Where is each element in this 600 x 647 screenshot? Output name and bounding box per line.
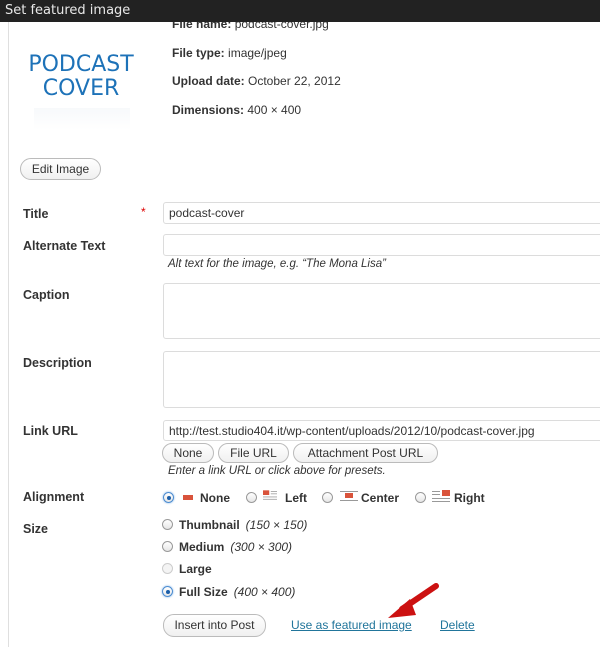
insert-into-post-button[interactable]: Insert into Post: [163, 614, 266, 637]
thumbnail-fade: [34, 108, 130, 130]
align-left-label: Left: [285, 491, 307, 505]
link-url-help: Enter a link URL or click above for pres…: [168, 465, 386, 477]
description-label: Description: [23, 356, 92, 370]
upload-date-row: Upload date: October 22, 2012: [172, 74, 341, 88]
red-arrow-icon: [388, 583, 439, 618]
title-input[interactable]: podcast-cover: [163, 202, 600, 224]
description-textarea[interactable]: [163, 351, 600, 408]
size-full-option: Full Size (400 × 400): [179, 585, 295, 599]
align-right-label: Right: [454, 491, 485, 505]
thumbnail-text-line2: COVER: [42, 76, 120, 101]
align-none-icon: [183, 495, 193, 500]
size-thumbnail-label: Thumbnail: [179, 518, 240, 532]
size-full-radio[interactable]: [162, 586, 173, 597]
link-url-label: Link URL: [23, 424, 78, 438]
align-left-radio[interactable]: [246, 492, 257, 503]
align-left-icon: [263, 490, 277, 500]
file-type-value: image/jpeg: [228, 46, 287, 60]
title-label: Title: [23, 207, 49, 221]
size-medium-option: Medium (300 × 300): [179, 540, 292, 554]
caption-label: Caption: [23, 288, 70, 302]
dimensions-label: Dimensions:: [172, 103, 245, 117]
size-medium-label: Medium: [179, 540, 225, 554]
alt-text-help: Alt text for the image, e.g. “The Mona L…: [168, 258, 386, 270]
size-thumbnail-radio[interactable]: [162, 519, 173, 530]
thumbnail-text-line1: PODCAST: [28, 52, 134, 77]
align-right-radio[interactable]: [415, 492, 426, 503]
size-thumbnail-option: Thumbnail (150 × 150): [179, 518, 307, 532]
window-title: Set featured image: [5, 3, 131, 18]
size-medium-radio[interactable]: [162, 541, 173, 552]
size-full-label: Full Size: [179, 585, 228, 599]
size-thumbnail-dims: (150 × 150): [245, 518, 308, 532]
align-center-label: Center: [361, 491, 400, 505]
upload-date-label: Upload date:: [172, 74, 245, 88]
size-medium-dims: (300 × 300): [230, 540, 293, 554]
edit-image-button[interactable]: Edit Image: [20, 158, 101, 180]
size-label: Size: [23, 522, 49, 536]
upload-date-value: October 22, 2012: [248, 74, 341, 88]
size-full-dims: (400 × 400): [233, 585, 296, 599]
size-large-option: Large: [179, 562, 212, 576]
alt-text-input[interactable]: [163, 234, 600, 256]
link-file-url-button[interactable]: File URL: [218, 443, 289, 463]
align-none-radio[interactable]: [163, 492, 174, 503]
image-thumbnail: PODCAST COVER: [20, 40, 142, 140]
align-center-icon: [340, 491, 358, 501]
align-right-icon: [432, 490, 450, 502]
file-type-label: File type:: [172, 46, 225, 60]
dimensions-value: 400 × 400: [247, 103, 302, 117]
window-title-bar: Set featured image: [0, 0, 600, 22]
link-attachment-url-button[interactable]: Attachment Post URL: [293, 443, 438, 463]
align-none-label: None: [200, 491, 230, 505]
delete-link[interactable]: Delete: [440, 618, 475, 632]
link-url-input[interactable]: http://test.studio404.it/wp-content/uplo…: [163, 420, 600, 441]
dimensions-row: Dimensions: 400 × 400: [172, 103, 301, 117]
alt-text-label: Alternate Text: [23, 239, 106, 253]
link-none-button[interactable]: None: [162, 443, 214, 463]
caption-textarea[interactable]: [163, 283, 600, 339]
required-marker: *: [141, 205, 146, 219]
file-type-row: File type: image/jpeg: [172, 46, 287, 60]
align-center-radio[interactable]: [322, 492, 333, 503]
size-large-radio: [162, 563, 173, 574]
size-large-label: Large: [179, 562, 212, 576]
alignment-label: Alignment: [23, 490, 85, 504]
